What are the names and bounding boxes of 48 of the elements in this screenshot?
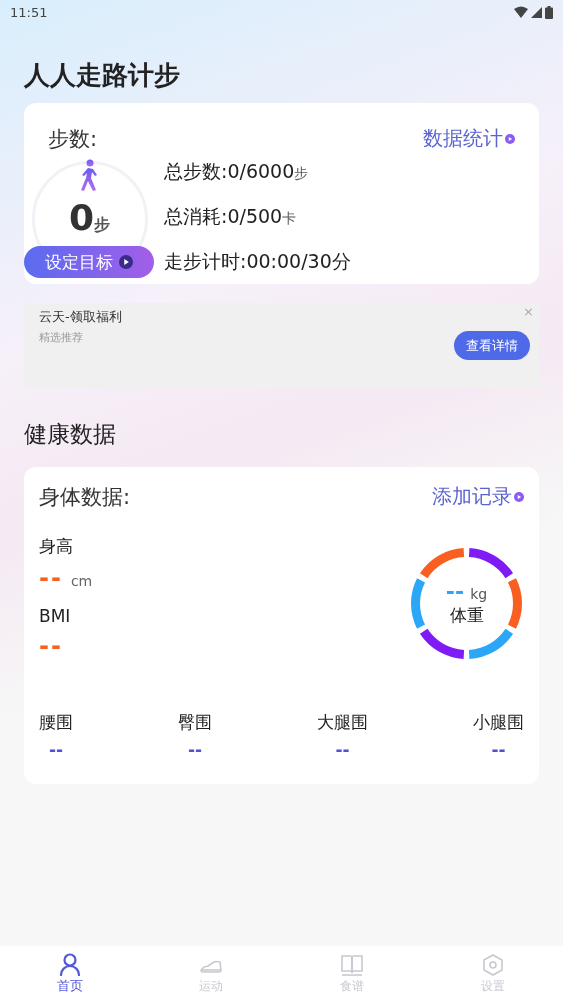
nav-tab[interactable]: 首页	[0, 946, 141, 1001]
stat-label: 走步计时:	[164, 249, 247, 274]
details-button[interactable]: 查看详情	[454, 331, 530, 360]
girth-label: 大腿围	[317, 711, 368, 734]
stat-value: 0/500	[227, 205, 283, 227]
weight-label: 体重	[449, 604, 484, 627]
status-time: 11:51	[10, 4, 48, 20]
step-count: 0	[69, 197, 95, 238]
settings-icon	[480, 952, 505, 977]
ad-title: 云天-领取福利	[39, 308, 122, 326]
book-icon	[339, 952, 364, 977]
section-title: 健康数据	[24, 420, 117, 449]
card-title: 步数:	[48, 126, 98, 153]
stat-unit: 步	[294, 165, 309, 183]
metric-unit: cm	[70, 573, 93, 589]
girth-value: --	[48, 740, 64, 760]
set-goal-button[interactable]: 设定目标	[24, 246, 154, 278]
wifi-icon	[514, 6, 528, 18]
play-icon	[505, 133, 515, 144]
girth-value: --	[335, 740, 350, 760]
girth-value: --	[491, 740, 506, 760]
girth-label: 腰围	[39, 711, 73, 734]
girth-value: --	[187, 740, 203, 760]
add-record-link[interactable]: 添加记录	[432, 483, 524, 510]
ad-subtitle: 精选推荐	[39, 330, 83, 345]
statistics-link[interactable]: 数据统计	[423, 125, 515, 152]
stat-label: 总步数:	[164, 159, 228, 184]
girth-label: 小腿围	[473, 711, 524, 734]
stat-unit: 卡	[282, 210, 297, 228]
battery-icon	[545, 5, 553, 19]
metric-label: 身高	[39, 535, 74, 558]
stat-value: 00:00/30分	[246, 249, 351, 274]
card-title: 身体数据:	[39, 484, 131, 511]
weight-unit: kg	[470, 586, 488, 602]
metric-label: BMI	[39, 606, 72, 626]
signal-icon	[531, 6, 542, 18]
person-icon	[58, 952, 83, 976]
stat-label: 总消耗:	[164, 204, 228, 229]
step-unit: 步	[94, 215, 111, 236]
walking-icon	[78, 159, 100, 193]
play-icon	[119, 255, 133, 269]
metric-value: --	[39, 564, 63, 592]
weight-value: --	[445, 579, 465, 604]
app-title: 人人走路计步	[24, 59, 181, 92]
play-icon	[514, 491, 524, 502]
girth-label: 臀围	[178, 711, 212, 734]
metric-value: --	[39, 632, 63, 660]
stat-value: 0/6000	[227, 160, 295, 182]
